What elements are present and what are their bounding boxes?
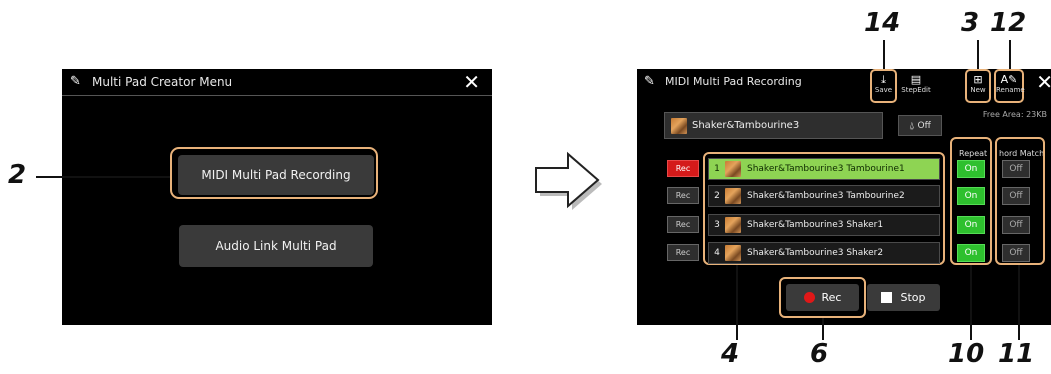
midi-multi-pad-recording-button[interactable]: MIDI Multi Pad Recording [178,155,374,195]
pad-3-chord-match-toggle[interactable]: Off [1002,216,1030,234]
window-title: Multi Pad Creator Menu [92,75,233,89]
callout-leader-line [1018,265,1020,340]
metronome-icon: ⍙ [909,120,915,131]
instrument-thumbnail [671,117,687,134]
rename-button[interactable]: A✎ Rename [996,73,1025,100]
callout-leader-line [1009,40,1011,69]
metronome-button[interactable]: ⍙ Off [898,115,942,136]
callout-4: 4 [721,339,740,369]
pad-4-rec-button[interactable]: Rec [667,244,699,261]
callout-leader-line [883,40,885,69]
callout-12: 12 [990,8,1027,38]
pad-row-1[interactable]: 1 Shaker&Tambourine3 Tambourine1 [708,158,940,180]
window-title: MIDI Multi Pad Recording [665,75,802,88]
callout-leader-line [736,265,738,340]
step-edit-icon: ▤ [910,73,922,86]
pad-row-2[interactable]: 2 Shaker&Tambourine3 Tambourine2 [708,185,940,207]
pad-row-3[interactable]: 3 Shaker&Tambourine3 Shaker1 [708,214,940,236]
pad-2-chord-match-toggle[interactable]: Off [1002,187,1030,205]
pad-1-rec-button[interactable]: Rec [667,160,699,177]
callout-leader-line [36,176,170,178]
pad-2-repeat-toggle[interactable]: On [957,187,985,205]
pad-3-repeat-toggle[interactable]: On [957,216,985,234]
close-icon[interactable]: ✕ [1036,70,1051,94]
pad-bank-name-field[interactable]: Shaker&Tambourine3 [664,112,883,139]
pad-row-4[interactable]: 4 Shaker&Tambourine3 Shaker2 [708,242,940,264]
close-icon[interactable]: ✕ [463,70,480,94]
stop-square-icon [881,292,893,303]
callout-3: 3 [961,8,980,38]
instrument-thumbnail [725,245,741,261]
callout-leader-line [977,40,979,69]
pad-1-repeat-toggle[interactable]: On [957,160,985,178]
instrument-thumbnail [725,188,741,204]
pad-4-chord-match-toggle[interactable]: Off [1002,244,1030,262]
record-button[interactable]: Rec [786,284,859,311]
title-divider [62,95,492,96]
new-button[interactable]: ⊞ New [967,73,989,100]
free-area-label: Free Area: 23KB [982,110,1047,119]
midi-multi-pad-recording-window: ✎ MIDI Multi Pad Recording ✕ ⤓ Save ▤ St… [637,69,1051,325]
multi-pad-creator-menu-window: ✎ Multi Pad Creator Menu ✕ MIDI Multi Pa… [62,69,492,325]
save-button[interactable]: ⤓ Save [872,73,895,100]
step-edit-button[interactable]: ▤ StepEdit [901,73,931,100]
pad-3-rec-button[interactable]: Rec [667,216,699,233]
audio-link-multi-pad-button[interactable]: Audio Link Multi Pad [179,225,373,267]
rename-icon: A✎ [1000,73,1018,86]
callout-6: 6 [810,339,829,369]
multipad-edit-icon: ✎ [644,74,655,89]
pad-2-rec-button[interactable]: Rec [667,187,699,204]
record-dot-icon [803,292,815,303]
multipad-edit-icon: ✎ [70,74,81,89]
callout-leader-line [822,318,824,340]
callout-14: 14 [864,8,901,38]
callout-leader-line [970,265,972,340]
stop-button[interactable]: Stop [867,284,940,311]
save-icon: ⤓ [881,73,886,86]
pad-1-chord-match-toggle[interactable]: Off [1002,160,1030,178]
callout-11: 11 [998,339,1035,369]
callout-10: 10 [948,339,985,369]
pad-bank-name: Shaker&Tambourine3 [692,120,800,131]
pad-4-repeat-toggle[interactable]: On [957,244,985,262]
callout-2: 2 [8,160,27,190]
instrument-thumbnail [725,161,741,177]
new-icon: ⊞ [973,73,983,86]
instrument-thumbnail [725,217,741,233]
arrow-right-icon [535,151,602,210]
